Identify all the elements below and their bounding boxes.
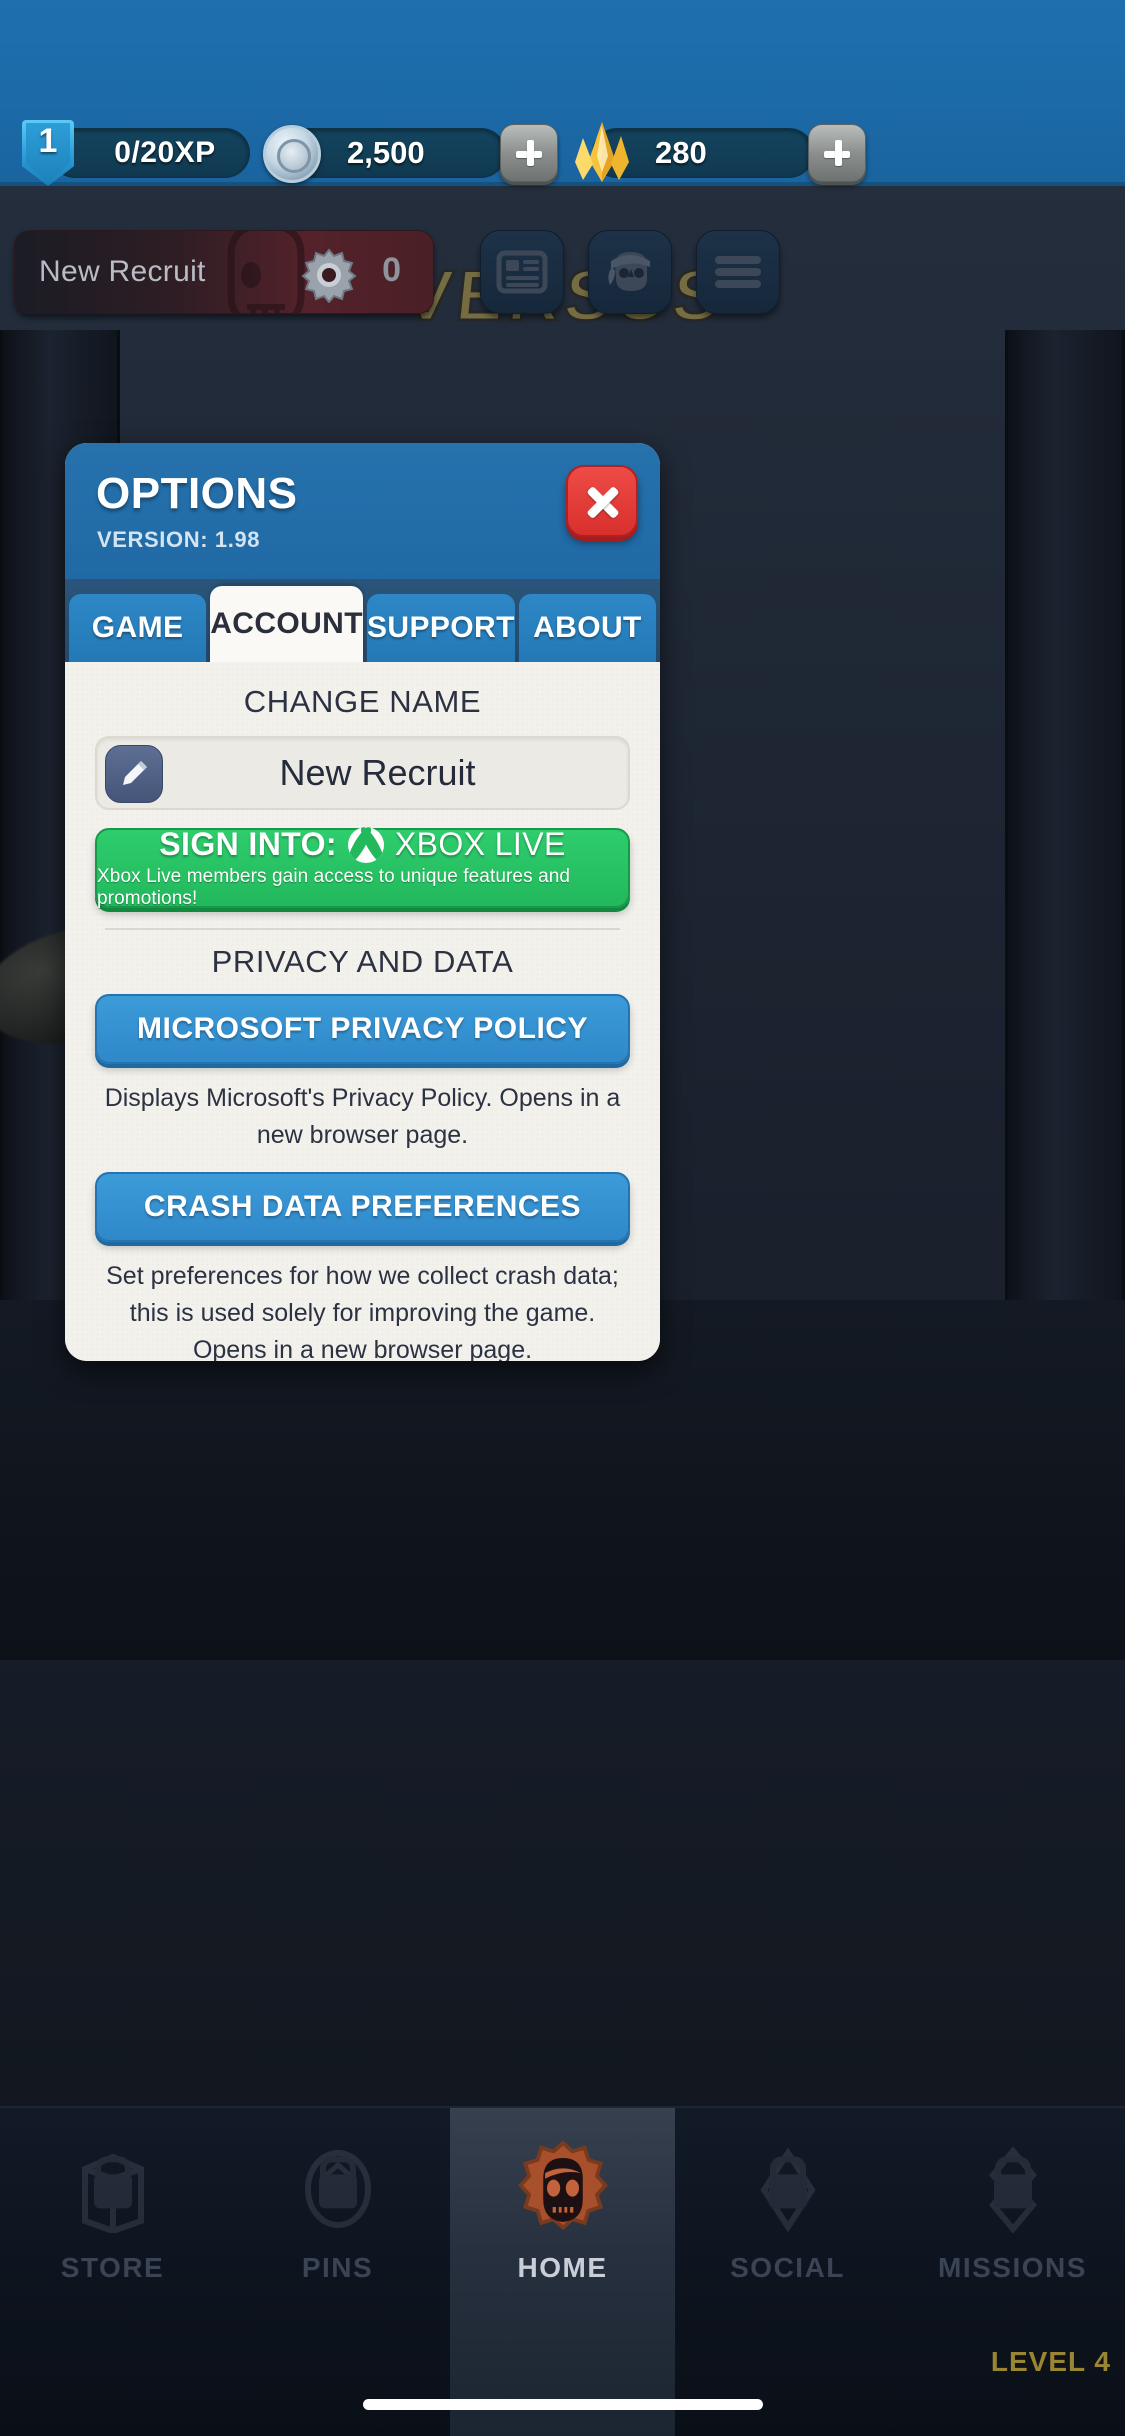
crystal-icon <box>575 122 629 182</box>
tab-game[interactable]: GAME <box>69 594 207 662</box>
header-nav-buttons <box>456 230 780 314</box>
bottom-nav-missions[interactable]: MISSIONS <box>900 2108 1125 2436</box>
lock-icon <box>993 2174 1032 2209</box>
lock-icon <box>768 2174 807 2209</box>
level-shield-badge: 1 <box>22 120 74 186</box>
background-pillar-right <box>1005 330 1125 1340</box>
close-button[interactable] <box>566 465 638 537</box>
xbox-signin-prefix: SIGN INTO: <box>159 826 337 862</box>
store-icon <box>65 2142 161 2238</box>
xbox-signin-title-row: SIGN INTO: XBOX LIVE <box>159 826 565 863</box>
lock-icon <box>93 2174 132 2209</box>
add-coins-button[interactable] <box>500 124 558 182</box>
bottom-nav-home[interactable]: HOME <box>450 2108 675 2436</box>
tab-about[interactable]: ABOUT <box>518 594 656 662</box>
section-divider <box>105 928 620 930</box>
tab-support[interactable]: SUPPORT <box>366 594 515 662</box>
bottom-nav-social-label: SOCIAL <box>730 2252 845 2283</box>
news-button[interactable] <box>480 230 564 314</box>
xbox-signin-subtitle: Xbox Live members gain access to unique … <box>97 866 571 909</box>
crash-data-preferences-description: Set preferences for how we collect crash… <box>106 1262 619 1361</box>
menu-button[interactable] <box>696 230 780 314</box>
xp-progress-pill: 0/20XP <box>50 128 250 178</box>
player-profile-card[interactable]: New Recruit 0 <box>14 230 434 314</box>
player-gear-count: 0 <box>382 251 401 289</box>
missions-level-badge: LEVEL 4 <box>990 2346 1111 2377</box>
xbox-brand-label: XBOX LIVE <box>394 826 566 862</box>
gears-skull-icon <box>515 2140 611 2238</box>
bottom-nav-missions-label: MISSIONS <box>938 2252 1087 2283</box>
crystals-value: 280 <box>655 135 707 170</box>
gear-icon <box>301 248 357 303</box>
home-indicator <box>362 2399 763 2410</box>
player-name-value: New Recruit <box>279 752 476 793</box>
xbox-signin-button[interactable]: SIGN INTO: XBOX LIVE Xbox Live members g… <box>95 826 630 909</box>
pencil-glyph <box>123 761 147 785</box>
dialog-version: VERSION: 1.98 <box>97 527 261 552</box>
coins-pill: 2,500 <box>263 125 506 183</box>
character-icon <box>608 252 650 291</box>
add-crystals-button[interactable] <box>808 124 866 182</box>
account-tab-content: CHANGE NAME New Recruit SIGN INTO: XBOX … <box>65 662 660 1361</box>
dialog-header: OPTIONS VERSION: 1.98 <box>65 443 660 579</box>
dialog-tabs: GAME ACCOUNT SUPPORT ABOUT <box>65 579 660 662</box>
bottom-nav-pins-label: PINS <box>301 2252 374 2283</box>
xbox-logo-icon <box>347 826 384 863</box>
pins-icon <box>290 2142 386 2238</box>
player-nav-row: New Recruit 0 <box>0 217 1125 327</box>
bottom-navigation-bar: STORE PINS HOME SOCIAL MISSIONS LEVEL 4 <box>0 2106 1125 2436</box>
lock-icon <box>318 2174 357 2209</box>
dialog-title: OPTIONS <box>96 469 298 518</box>
privacy-heading: PRIVACY AND DATA <box>211 944 514 979</box>
coins-value: 2,500 <box>347 135 425 170</box>
bottom-nav-store[interactable]: STORE <box>0 2108 225 2436</box>
hamburger-menu-icon <box>715 256 761 288</box>
bottom-nav-pins[interactable]: PINS <box>225 2108 450 2436</box>
resource-row: 1 0/20XP 2,500 280 <box>0 120 1125 186</box>
player-name: New Recruit <box>39 255 206 288</box>
coins-group: 2,500 <box>263 124 558 183</box>
missions-icon <box>965 2142 1061 2238</box>
crash-data-preferences-button[interactable]: CRASH DATA PREFERENCES <box>95 1172 630 1242</box>
crystals-pill: 280 <box>575 122 814 182</box>
pencil-icon[interactable] <box>105 745 163 803</box>
bottom-nav-store-label: STORE <box>60 2252 165 2283</box>
news-icon <box>496 250 548 294</box>
top-resource-bar: 1 0/20XP 2,500 280 <box>0 0 1125 186</box>
microsoft-privacy-policy-button[interactable]: MICROSOFT PRIVACY POLICY <box>95 994 630 1064</box>
bottom-nav-social[interactable]: SOCIAL <box>675 2108 900 2436</box>
xp-value: 0/20XP <box>114 136 216 169</box>
bottom-nav-home-label: HOME <box>517 2252 608 2283</box>
options-dialog: OPTIONS VERSION: 1.98 GAME ACCOUNT SUPPO… <box>65 443 660 1361</box>
player-name-field[interactable]: New Recruit <box>95 736 630 810</box>
social-icon <box>740 2142 836 2238</box>
character-button[interactable] <box>588 230 672 314</box>
microsoft-privacy-policy-description: Displays Microsoft's Privacy Policy. Ope… <box>104 1084 621 1149</box>
tab-account[interactable]: ACCOUNT <box>210 586 363 662</box>
crystals-group: 280 <box>575 122 866 182</box>
coin-icon <box>263 125 321 183</box>
level-number: 1 <box>38 122 58 160</box>
change-name-heading: CHANGE NAME <box>243 684 482 719</box>
